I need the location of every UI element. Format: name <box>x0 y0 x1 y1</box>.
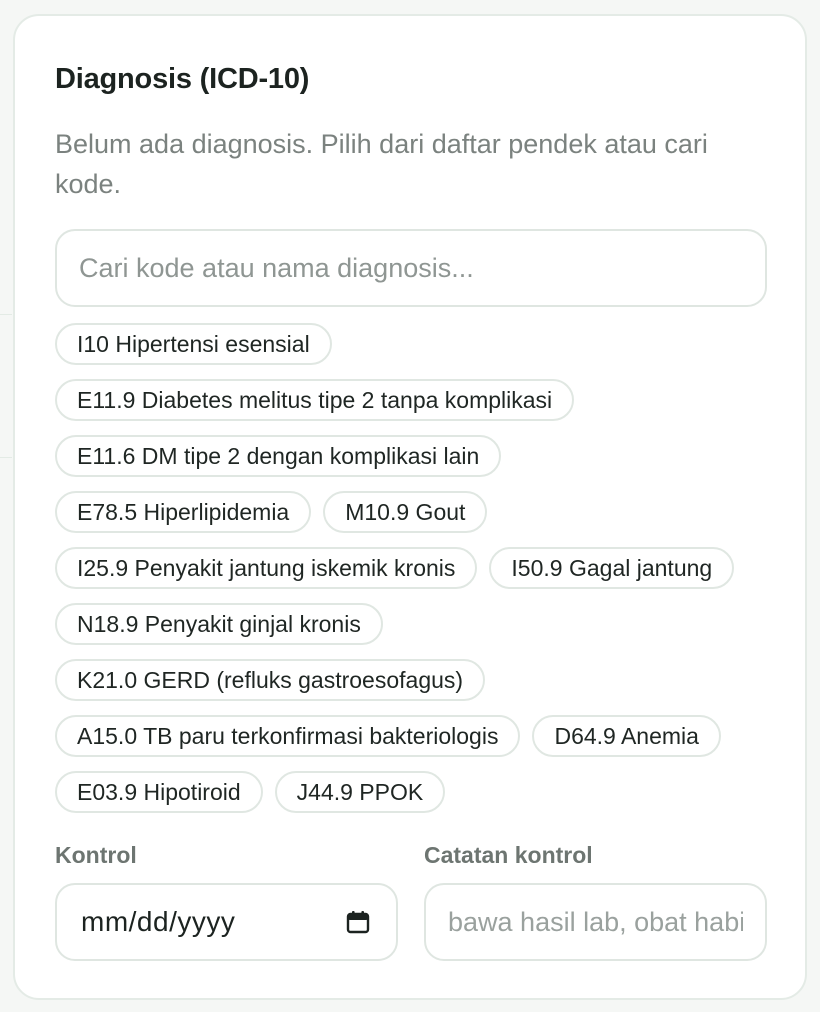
date-placeholder: mm/dd/yyyy <box>81 906 236 937</box>
diagnosis-chip[interactable]: I10 Hipertensi esensial <box>55 323 332 365</box>
diagnosis-chip[interactable]: E03.9 Hipotiroid <box>55 771 263 813</box>
background-panel-edge <box>0 314 12 458</box>
diagnosis-chip[interactable]: I50.9 Gagal jantung <box>489 547 735 589</box>
diagnosis-chip[interactable]: M10.9 Gout <box>323 491 488 533</box>
catatan-kontrol-input[interactable] <box>424 883 767 961</box>
diagnosis-chip[interactable]: I25.9 Penyakit jantung iskemik kronis <box>55 547 478 589</box>
catatan-label: Catatan kontrol <box>424 842 593 868</box>
diagnosis-search-input[interactable] <box>55 229 767 307</box>
diagnosis-quick-list: I10 Hipertensi esensial E11.9 Diabetes m… <box>55 323 767 813</box>
diagnosis-chip[interactable]: E11.6 DM tipe 2 dengan komplikasi lain <box>55 435 502 477</box>
kontrol-field: Kontrol mm/dd/yyyy <box>55 841 398 961</box>
diagnosis-card: Diagnosis (ICD-10) Belum ada diagnosis. … <box>13 14 807 1000</box>
diagnosis-chip[interactable]: E11.9 Diabetes melitus tipe 2 tanpa komp… <box>55 379 575 421</box>
catatan-field: Catatan kontrol <box>424 841 767 961</box>
kontrol-label: Kontrol <box>55 842 137 868</box>
diagnosis-chip[interactable]: N18.9 Penyakit ginjal kronis <box>55 603 383 645</box>
diagnosis-chip[interactable]: K21.0 GERD (refluks gastroesofagus) <box>55 659 486 701</box>
kontrol-date-input[interactable]: mm/dd/yyyy <box>55 883 398 961</box>
calendar-icon[interactable] <box>346 910 370 934</box>
diagnosis-chip[interactable]: D64.9 Anemia <box>532 715 721 757</box>
section-title: Diagnosis (ICD-10) <box>55 63 310 95</box>
empty-state-message: Belum ada diagnosis. Pilih dari daftar p… <box>55 129 708 199</box>
follow-up-fields: Kontrol mm/dd/yyyy Catatan kontrol <box>55 841 767 961</box>
diagnosis-chip[interactable]: E78.5 Hiperlipidemia <box>55 491 312 533</box>
diagnosis-chip[interactable]: J44.9 PPOK <box>274 771 446 813</box>
diagnosis-chip[interactable]: A15.0 TB paru terkonfirmasi bakteriologi… <box>55 715 521 757</box>
